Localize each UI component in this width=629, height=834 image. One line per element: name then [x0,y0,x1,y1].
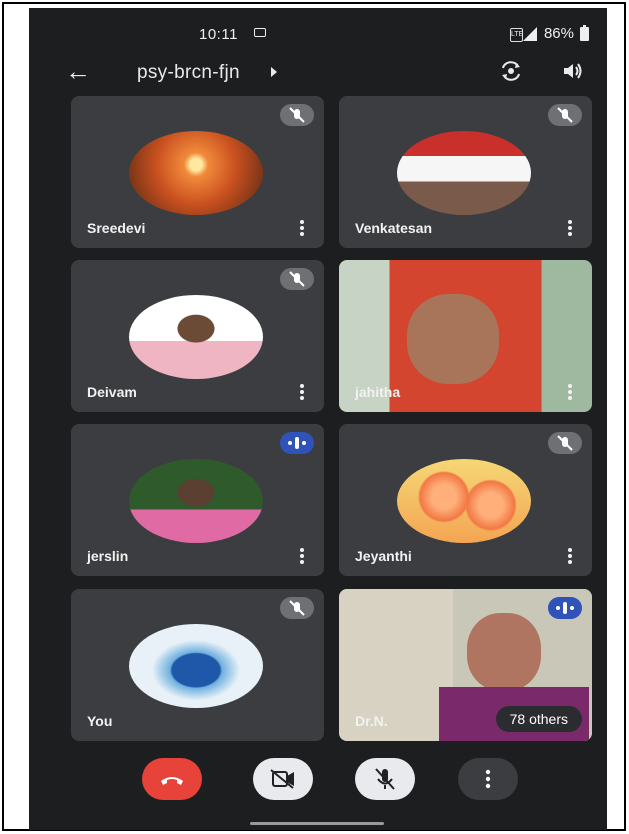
participant-tile-self[interactable]: You [71,589,324,741]
participant-tile[interactable]: Deivam [71,260,324,412]
participant-avatar [129,295,263,379]
more-vert-icon[interactable] [300,548,304,564]
participant-name: Dr.N. [355,713,388,729]
mic-muted-icon [548,104,582,126]
participant-avatar [397,459,531,543]
participant-avatar [129,459,263,543]
more-vert-icon[interactable] [300,384,304,400]
participant-avatar [129,624,263,708]
participant-name: jerslin [87,548,129,564]
signal-icon: LTE [509,26,538,42]
screenshot-frame: 10:11 LTE 86% ← psy-brcn-fjn Sreedevi Ve… [2,2,626,831]
participant-face [407,294,499,384]
screen-cast-icon [254,28,266,37]
speaker-icon[interactable] [561,60,585,82]
more-vert-icon[interactable] [568,220,572,236]
participant-tile[interactable]: jerslin [71,424,324,576]
more-options-button[interactable] [458,758,518,800]
more-vert-icon[interactable] [568,384,572,400]
more-vert-icon[interactable] [568,548,572,564]
speaking-indicator-icon [548,597,582,619]
participant-tile[interactable]: Sreedevi [71,96,324,248]
participant-tile[interactable]: jahitha [339,260,592,412]
participant-tile[interactable]: Jeyanthi [339,424,592,576]
status-right: LTE 86% [509,24,589,42]
meeting-code[interactable]: psy-brcn-fjn [137,62,240,84]
speaking-indicator-icon [280,432,314,454]
meet-screen: 10:11 LTE 86% ← psy-brcn-fjn Sreedevi Ve… [29,8,607,830]
battery-icon [580,24,589,41]
switch-camera-icon[interactable] [499,60,523,82]
participant-name: Deivam [87,384,137,400]
participant-name: Venkatesan [355,220,433,236]
camera-off-icon [270,769,294,789]
participant-name: You [87,713,113,729]
hang-up-icon [161,777,183,785]
more-vert-icon [485,769,491,789]
status-time: 10:11 [199,26,238,43]
home-indicator[interactable] [250,822,384,825]
participant-avatar [397,131,531,215]
others-count-badge[interactable]: 78 others [495,706,582,732]
end-call-button[interactable] [142,758,202,800]
participant-face [467,613,541,691]
mic-muted-icon [280,597,314,619]
mic-muted-icon [548,432,582,454]
camera-toggle-button[interactable] [253,758,313,800]
status-bar: 10:11 LTE 86% [29,8,607,52]
participant-name: Jeyanthi [355,548,412,564]
back-arrow-icon[interactable]: ← [65,58,91,84]
mic-muted-icon [280,268,314,290]
participant-name: Sreedevi [87,220,146,236]
battery-percent: 86% [543,25,574,42]
participant-name: jahitha [355,384,401,400]
participant-tile[interactable]: Dr.N. 78 others [339,589,592,741]
meeting-header: ← psy-brcn-fjn [29,56,607,92]
more-vert-icon[interactable] [300,220,304,236]
mic-toggle-button[interactable] [355,758,415,800]
mic-muted-icon [280,104,314,126]
meeting-info-chevron-icon[interactable] [271,67,277,77]
call-controls [29,748,607,808]
participant-tile[interactable]: Venkatesan [339,96,592,248]
participant-avatar [129,131,263,215]
mic-off-icon [375,768,395,790]
